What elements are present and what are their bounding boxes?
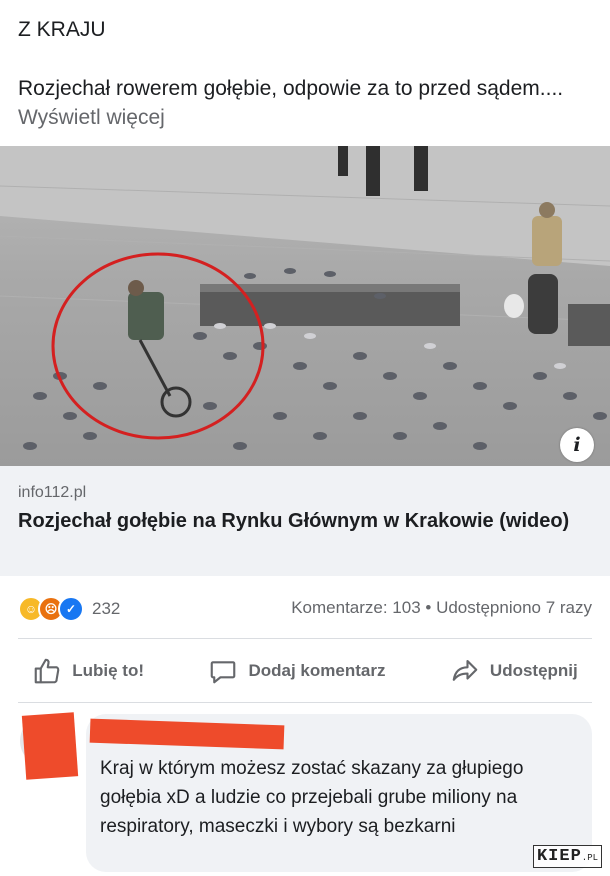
share-label: Udostępnij — [489, 661, 578, 680]
reactions-summary[interactable]: ☺ ☹ ✓ 232 — [18, 596, 120, 622]
avatar-redaction — [21, 712, 79, 780]
highlight-circle — [51, 252, 265, 440]
share-arrow-icon — [452, 659, 478, 681]
comment-label: Dodaj komentarz — [248, 661, 386, 680]
reaction-count: 232 — [92, 599, 121, 618]
like-button[interactable]: Lubię to! — [32, 656, 144, 686]
comment-bubble-icon — [211, 661, 236, 684]
thumbs-up-icon — [34, 658, 60, 684]
action-bar: Lubię to! Dodaj komentarz Udostępnij — [0, 640, 610, 702]
comment-button[interactable]: Dodaj komentarz — [208, 656, 385, 686]
section-label: Z KRAJU — [18, 18, 106, 41]
info-button[interactable]: i — [560, 428, 594, 462]
watermark-logo: KIEP .PL — [532, 845, 602, 868]
post-photo[interactable]: i — [0, 146, 610, 466]
watermark-suffix: .PL — [581, 853, 598, 863]
like-label: Lubię to! — [72, 661, 144, 680]
watermark-main: KIEP — [536, 847, 582, 866]
link-preview[interactable]: info112.pl Rozjechał gołębie na Rynku Gł… — [0, 466, 610, 576]
divider — [18, 638, 592, 639]
post-text: Rozjechał rowerem gołębie, odpowie za to… — [18, 74, 578, 132]
photo-scene — [0, 146, 610, 450]
comment-area: Kraj w którym możesz zostać skazany za g… — [0, 706, 610, 876]
comments-shares-count[interactable]: Komentarze: 103 • Udostępniono 7 razy — [291, 598, 592, 618]
link-domain: info112.pl — [18, 484, 87, 501]
divider — [18, 702, 592, 703]
share-button[interactable]: Udostępnij — [450, 656, 578, 686]
like-icon: ✓ — [58, 596, 84, 622]
see-more-link[interactable]: Wyświetl więcej — [18, 106, 165, 129]
comment-text: Kraj w którym możesz zostać skazany za g… — [100, 758, 524, 837]
post-text-body: Rozjechał rowerem gołębie, odpowie za to… — [18, 77, 564, 100]
link-title[interactable]: Rozjechał gołębie na Rynku Głównym w Kra… — [18, 507, 588, 535]
post-stats: ☺ ☹ ✓ 232 Komentarze: 103 • Udostępniono… — [0, 576, 610, 638]
